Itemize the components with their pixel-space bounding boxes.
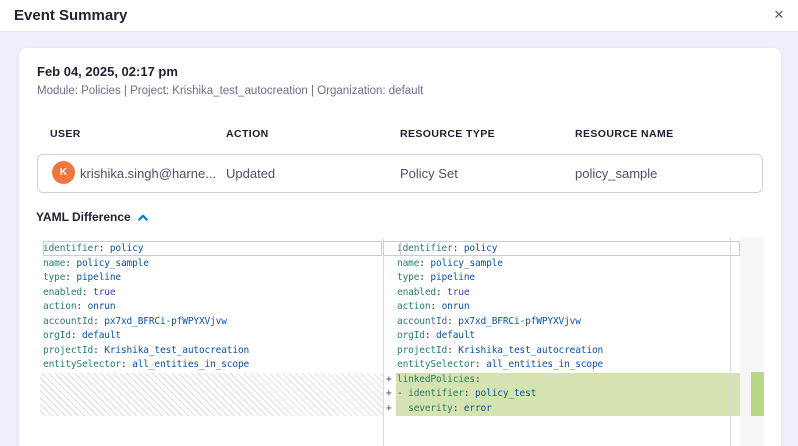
- dialog-header: Event Summary ✕: [0, 0, 798, 32]
- yaml-difference-toggle[interactable]: YAML Difference: [36, 210, 149, 224]
- code-line: +linkedPolicies:: [384, 373, 740, 388]
- row-resource-type: Policy Set: [400, 166, 458, 181]
- event-summary-dialog: Event Summary ✕ Feb 04, 2025, 02:17 pm M…: [0, 0, 798, 446]
- column-header-resource-type: RESOURCE TYPE: [400, 128, 495, 140]
- diff-removed-placeholder-hatch: [40, 373, 383, 417]
- chevron-up-icon: [137, 213, 149, 222]
- code-line: projectId: Krishika_test_autocreation: [20, 344, 383, 359]
- diff-add-marker-icon: +: [386, 402, 392, 417]
- code-line: +- identifier: policy_test: [384, 387, 740, 402]
- diff-splitter[interactable]: [383, 239, 384, 446]
- diff-add-marker-icon: +: [386, 373, 392, 388]
- yaml-difference-label: YAML Difference: [36, 210, 131, 224]
- column-header-user: USER: [50, 128, 81, 140]
- column-header-action: ACTION: [226, 128, 269, 140]
- diff-overview-added-marker: [751, 372, 764, 416]
- code-line: + severity: error: [384, 402, 740, 417]
- code-line: type: pipeline: [384, 271, 740, 286]
- code-line: entitySelector: all_entities_in_scope: [20, 358, 383, 373]
- code-line: enabled: true: [384, 286, 740, 301]
- close-icon[interactable]: ✕: [768, 5, 790, 27]
- column-header-resource-name: RESOURCE NAME: [575, 128, 674, 140]
- diff-overview-ruler[interactable]: [740, 237, 764, 446]
- dialog-title: Event Summary: [14, 7, 127, 24]
- code-line: type: pipeline: [20, 271, 383, 286]
- event-meta: Module: Policies | Project: Krishika_tes…: [37, 85, 423, 97]
- current-line-border-sash: [383, 241, 401, 256]
- diff-right-boundary-line: [730, 238, 731, 446]
- code-line: orgId: default: [20, 329, 383, 344]
- code-line: name: policy_sample: [20, 257, 383, 272]
- code-line: name: policy_sample: [384, 257, 740, 272]
- row-resource-name: policy_sample: [575, 166, 657, 181]
- row-user: krishika.singh@harne...: [80, 166, 216, 181]
- diff-add-marker-icon: +: [386, 387, 392, 402]
- code-line: action: onrun: [384, 300, 740, 315]
- current-line-border-right: [400, 241, 740, 256]
- code-line: enabled: true: [20, 286, 383, 301]
- avatar: K: [52, 161, 75, 184]
- row-action: Updated: [226, 166, 275, 181]
- current-line-border-left: [43, 241, 382, 256]
- code-line: orgId: default: [384, 329, 740, 344]
- code-line: entitySelector: all_entities_in_scope: [384, 358, 740, 373]
- event-timestamp: Feb 04, 2025, 02:17 pm: [37, 64, 178, 79]
- code-line: accountId: px7xd_BFRCi-pfWPYXVjvw: [20, 315, 383, 330]
- code-line: accountId: px7xd_BFRCi-pfWPYXVjvw: [384, 315, 740, 330]
- code-line: projectId: Krishika_test_autocreation: [384, 344, 740, 359]
- code-line: action: onrun: [20, 300, 383, 315]
